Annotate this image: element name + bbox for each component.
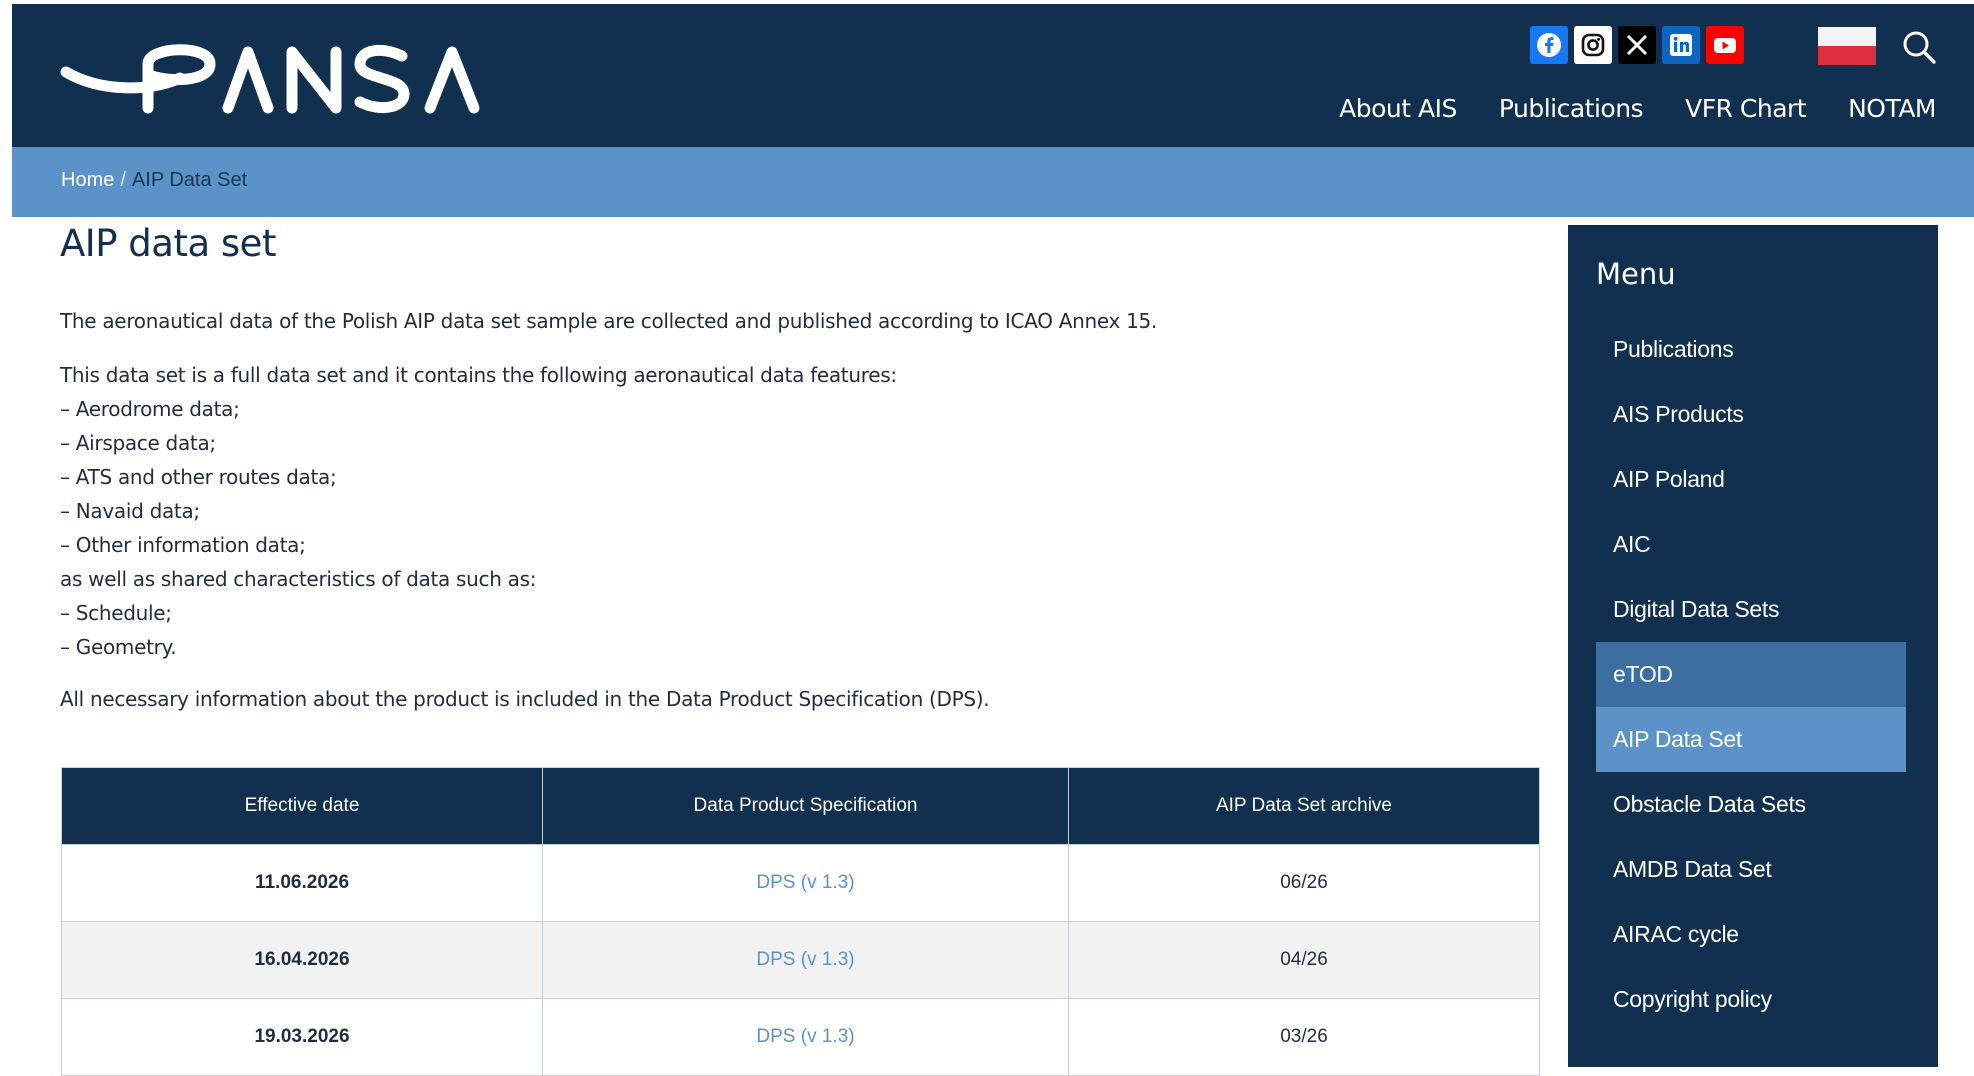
nav-about-ais[interactable]: About AIS bbox=[1339, 94, 1457, 123]
table-header-row: Effective date Data Product Specificatio… bbox=[61, 767, 1540, 845]
social-links bbox=[1530, 26, 1744, 64]
table-row: 11.06.2026 DPS (v 1.3) 06/26 bbox=[61, 844, 1540, 922]
effective-date-cell: 19.03.2026 bbox=[61, 998, 543, 1076]
list-item: – Other information data; bbox=[60, 533, 306, 557]
list-item: as well as shared characteristics of dat… bbox=[60, 567, 537, 591]
aip-data-set-table: Effective date Data Product Specificatio… bbox=[61, 767, 1540, 1076]
flag-pl-icon[interactable] bbox=[1818, 27, 1876, 65]
archive-link[interactable]: 06/26 bbox=[1068, 844, 1540, 922]
menu-title: Menu bbox=[1596, 257, 1676, 291]
effective-date-cell: 11.06.2026 bbox=[61, 844, 543, 922]
breadcrumb: Home / AIP Data Set bbox=[12, 147, 1974, 217]
nav-notam[interactable]: NOTAM bbox=[1848, 94, 1936, 123]
list-item: – Geometry. bbox=[60, 635, 177, 659]
dps-link[interactable]: DPS (v 1.3) bbox=[542, 844, 1069, 922]
breadcrumb-current: AIP Data Set bbox=[131, 169, 248, 191]
table-row: 19.03.2026 DPS (v 1.3) 03/26 bbox=[61, 998, 1540, 1076]
instagram-icon[interactable] bbox=[1574, 26, 1612, 64]
sidebar-item-digital-data-sets[interactable]: Digital Data Sets bbox=[1596, 577, 1906, 642]
site-header: About AIS Publications VFR Chart NOTAM bbox=[12, 4, 1974, 147]
list-item: This data set is a full data set and it … bbox=[60, 363, 897, 387]
archive-link[interactable]: 03/26 bbox=[1068, 998, 1540, 1076]
breadcrumb-home[interactable]: Home bbox=[61, 169, 114, 191]
sidebar-item-aip-data-set[interactable]: AIP Data Set bbox=[1596, 707, 1906, 772]
archive-link[interactable]: 04/26 bbox=[1068, 921, 1540, 999]
breadcrumb-separator: / bbox=[120, 169, 126, 191]
main-content: AIP data set The aeronautical data of th… bbox=[60, 222, 1540, 711]
sidebar-item-ais-products[interactable]: AIS Products bbox=[1596, 382, 1906, 447]
intro-paragraph: The aeronautical data of the Polish AIP … bbox=[60, 309, 1157, 333]
x-icon[interactable] bbox=[1618, 26, 1656, 64]
list-item: – ATS and other routes data; bbox=[60, 465, 337, 489]
list-item: – Airspace data; bbox=[60, 431, 216, 455]
table-row: 16.04.2026 DPS (v 1.3) 04/26 bbox=[61, 921, 1540, 999]
sidebar-item-aic[interactable]: AIC bbox=[1596, 512, 1906, 577]
facebook-icon[interactable] bbox=[1530, 26, 1568, 64]
column-header-effective-date: Effective date bbox=[61, 767, 543, 845]
list-item: – Schedule; bbox=[60, 601, 172, 625]
sidebar-menu: Menu Publications AIS Products AIP Polan… bbox=[1568, 225, 1938, 1067]
pansa-logo[interactable] bbox=[60, 36, 500, 121]
linkedin-icon[interactable] bbox=[1662, 26, 1700, 64]
nav-vfr-chart[interactable]: VFR Chart bbox=[1685, 94, 1807, 123]
sidebar-item-airac-cycle[interactable]: AIRAC cycle bbox=[1596, 902, 1906, 967]
sidebar-item-publications[interactable]: Publications bbox=[1596, 317, 1906, 382]
youtube-icon[interactable] bbox=[1706, 26, 1744, 64]
sidebar-item-aip-poland[interactable]: AIP Poland bbox=[1596, 447, 1906, 512]
nav-publications[interactable]: Publications bbox=[1499, 94, 1644, 123]
main-nav: About AIS Publications VFR Chart NOTAM bbox=[1339, 94, 1936, 123]
list-item: – Navaid data; bbox=[60, 499, 200, 523]
sidebar-item-copyright-policy[interactable]: Copyright policy bbox=[1596, 967, 1906, 1032]
dps-paragraph: All necessary information about the prod… bbox=[60, 687, 990, 711]
effective-date-cell: 16.04.2026 bbox=[61, 921, 543, 999]
column-header-dps: Data Product Specification bbox=[542, 767, 1069, 845]
column-header-archive: AIP Data Set archive bbox=[1068, 767, 1540, 845]
sidebar-item-etod[interactable]: eTOD bbox=[1596, 642, 1906, 707]
sidebar-item-obstacle-data-sets[interactable]: Obstacle Data Sets bbox=[1596, 772, 1906, 837]
dps-link[interactable]: DPS (v 1.3) bbox=[542, 921, 1069, 999]
menu-list: Publications AIS Products AIP Poland AIC… bbox=[1596, 317, 1906, 1032]
search-icon[interactable] bbox=[1900, 28, 1938, 71]
features-list: This data set is a full data set and it … bbox=[60, 358, 897, 664]
sidebar-item-amdb-data-set[interactable]: AMDB Data Set bbox=[1596, 837, 1906, 902]
page-title: AIP data set bbox=[60, 222, 276, 265]
dps-link[interactable]: DPS (v 1.3) bbox=[542, 998, 1069, 1076]
pansa-logo-graphic bbox=[60, 44, 480, 114]
list-item: – Aerodrome data; bbox=[60, 397, 240, 421]
